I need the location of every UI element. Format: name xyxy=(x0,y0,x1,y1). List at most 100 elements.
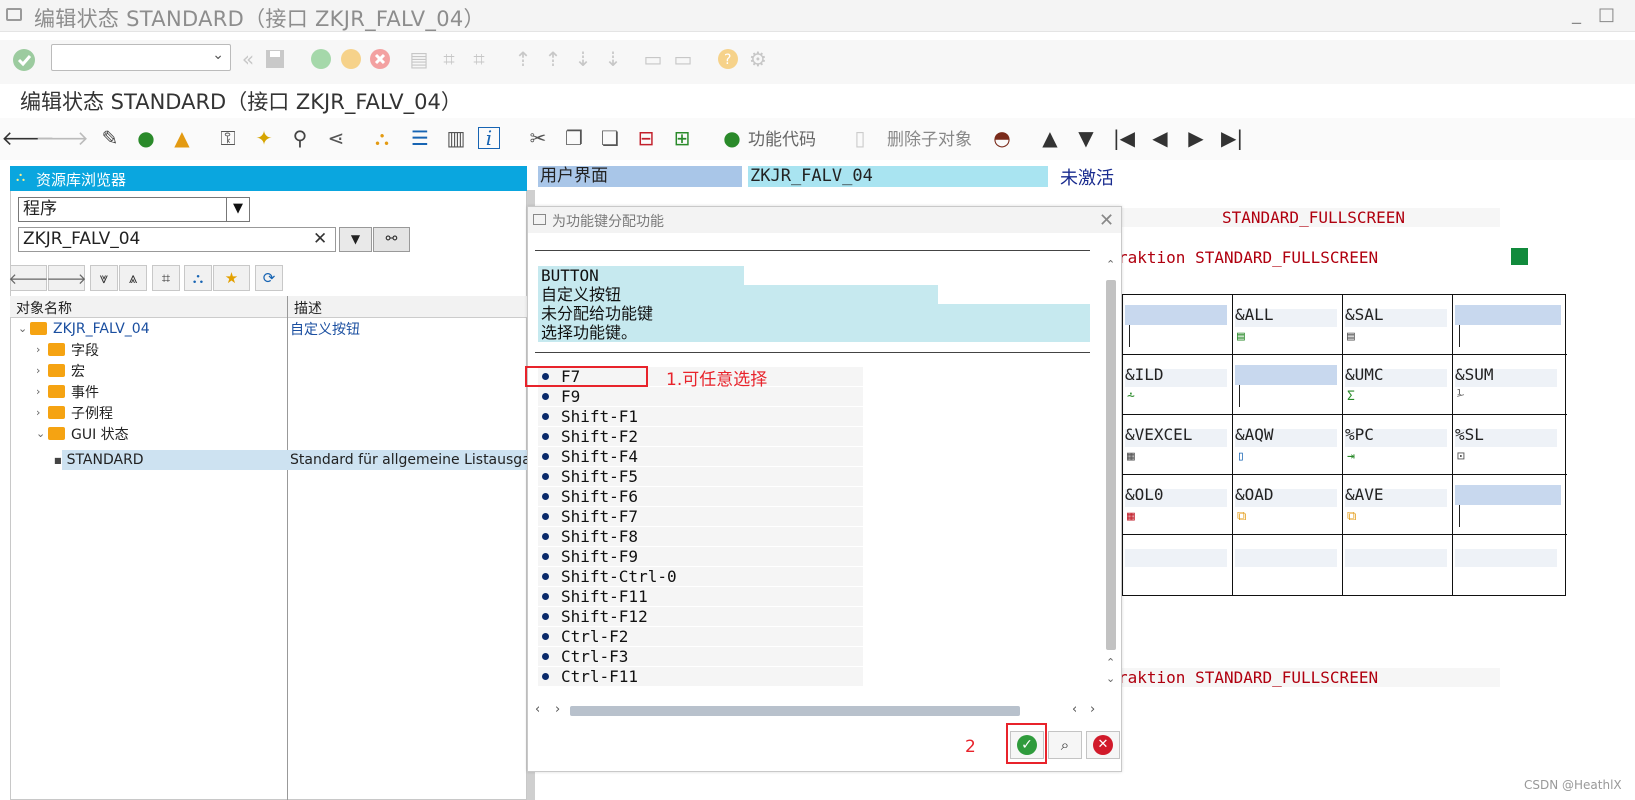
tree-icon[interactable]: ⛬ xyxy=(184,265,212,291)
move-down-icon[interactable]: ▼ xyxy=(1072,124,1100,152)
favorites-star-icon[interactable]: ★ xyxy=(213,265,250,291)
minimize-button[interactable]: _ xyxy=(1572,4,1581,25)
grid-cell[interactable] xyxy=(1453,475,1567,535)
next-page-icon[interactable]: ⇣ xyxy=(570,46,596,72)
gear-icon[interactable]: ⚙ xyxy=(745,46,771,72)
next-icon[interactable]: ▶ xyxy=(1182,124,1210,152)
find-icon[interactable]: ⌗ xyxy=(436,46,462,72)
clear-icon[interactable]: ✕ xyxy=(313,229,327,249)
function-key-option[interactable]: Shift-F7 xyxy=(538,507,863,526)
chevron-down-icon[interactable]: ▼ xyxy=(226,198,249,221)
tree-node-fields[interactable]: › 字段 xyxy=(36,339,99,360)
function-key-option[interactable]: Shift-F4 xyxy=(538,447,863,466)
layout-icon[interactable]: ▥ xyxy=(442,124,470,152)
binoculars-icon[interactable]: ⌗ xyxy=(152,265,180,291)
last-page-icon[interactable]: ⇣ xyxy=(600,46,626,72)
tree-node-gui-status[interactable]: ⌄ GUI 状态 xyxy=(36,423,129,444)
grid-cell[interactable]: &SUM ⅟ xyxy=(1453,355,1567,415)
function-key-option[interactable]: Ctrl-F3 xyxy=(538,647,863,666)
function-code-icon[interactable]: ● xyxy=(718,124,746,152)
grid-cell[interactable]: &OL0 ▦ xyxy=(1123,475,1233,535)
chevron-down-icon[interactable]: ⌄ xyxy=(18,322,30,335)
chevron-down-icon[interactable]: ⌄ xyxy=(36,427,48,440)
delete-subobject-button[interactable]: 删除子对象 xyxy=(887,125,972,150)
chevron-right-icon[interactable]: › xyxy=(36,364,48,377)
previous-icon[interactable]: ◀ xyxy=(1146,124,1174,152)
grid-cell[interactable] xyxy=(1453,535,1567,595)
save-icon[interactable] xyxy=(262,46,288,72)
function-key-option[interactable]: Shift-F1 xyxy=(538,407,863,426)
hierarchy-icon[interactable]: ⋖ xyxy=(322,124,350,152)
nav-forward-button[interactable]: 🡒 xyxy=(46,265,87,291)
grid-cell[interactable]: &ALL ▤ xyxy=(1233,295,1343,355)
insert-row-icon[interactable]: ⊞ xyxy=(668,124,696,152)
hat-icon[interactable]: ◓ xyxy=(988,124,1016,152)
close-icon[interactable]: ✕ xyxy=(1099,210,1114,231)
display-glasses-icon[interactable]: ⚯ xyxy=(373,227,410,252)
grid-cell[interactable]: %SL ⊡ xyxy=(1453,415,1567,475)
function-key-option[interactable]: Shift-F6 xyxy=(538,487,863,506)
chevron-down-icon[interactable]: ⌄ xyxy=(1106,672,1115,685)
grid-cell[interactable]: &SAL ▤ xyxy=(1343,295,1453,355)
find-next-icon[interactable]: ⌗ xyxy=(466,46,492,72)
function-key-option[interactable]: Shift-F12 xyxy=(538,607,863,626)
function-key-option[interactable]: Ctrl-F11 xyxy=(538,667,863,686)
forward-arrow-icon[interactable]: 🡒 xyxy=(35,124,89,152)
chevron-left-icon[interactable]: ‹ xyxy=(535,702,540,717)
enter-icon[interactable] xyxy=(10,46,38,74)
tree-node-macros[interactable]: › 宏 xyxy=(36,360,85,381)
grid-cell[interactable] xyxy=(1343,535,1453,595)
grid-cell[interactable] xyxy=(1233,535,1343,595)
chevron-right-icon[interactable]: › xyxy=(36,385,48,398)
first-icon[interactable]: |◀ xyxy=(1110,124,1138,152)
new-session-icon[interactable]: ▭ xyxy=(640,46,666,72)
dialog-vertical-scrollbar[interactable]: ⌃ ⌃ ⌄ xyxy=(1104,258,1118,688)
prev-page-icon[interactable]: ⇡ xyxy=(540,46,566,72)
grid-cell[interactable]: %PC ⇥ xyxy=(1343,415,1453,475)
display-button[interactable]: ⌕ xyxy=(1048,731,1082,759)
function-key-option[interactable]: Shift-F11 xyxy=(538,587,863,606)
cancel-button[interactable]: ✕ xyxy=(1086,731,1120,759)
move-up-icon[interactable]: ▲ xyxy=(1036,124,1064,152)
function-key-option[interactable]: Shift-Ctrl-0 xyxy=(538,567,863,586)
grid-cell[interactable] xyxy=(1453,295,1567,355)
chevron-up-icon[interactable]: ⌃ xyxy=(1106,258,1115,271)
paste-icon[interactable]: ❏ xyxy=(596,124,624,152)
function-key-option[interactable]: Shift-F8 xyxy=(538,527,863,546)
function-key-option[interactable]: Shift-F9 xyxy=(538,547,863,566)
grid-cell[interactable] xyxy=(1123,295,1233,355)
refresh-icon[interactable]: ⟳ xyxy=(255,265,283,291)
grid-cell[interactable]: &ILD ⩪ xyxy=(1123,355,1233,415)
test-icon[interactable]: ⚲ xyxy=(286,124,314,152)
where-used-icon[interactable]: ⚿ xyxy=(214,124,242,152)
display-change-icon[interactable]: ✎ xyxy=(96,124,124,152)
last-icon[interactable]: ▶| xyxy=(1218,124,1246,152)
delete-row-icon[interactable]: ⊟ xyxy=(632,124,660,152)
dialog-horizontal-scrollbar[interactable]: ‹ › ‹ › xyxy=(535,702,1095,720)
cut-icon[interactable]: ✂ xyxy=(524,124,552,152)
tree-node-program[interactable]: ⌄ ZKJR_FALV_04 xyxy=(18,318,150,339)
activate-icon[interactable]: ▲ xyxy=(168,124,196,152)
grid-cell[interactable]: &AQW ▯ xyxy=(1233,415,1343,475)
grid-cell[interactable]: &UMC Σ xyxy=(1343,355,1453,415)
grid-cell[interactable] xyxy=(1233,355,1343,415)
chevron-left-icon[interactable]: ‹ xyxy=(1072,702,1077,717)
shortcut-icon[interactable]: ▭ xyxy=(670,46,696,72)
function-key-option[interactable]: Shift-F2 xyxy=(538,427,863,446)
copy-icon[interactable]: ❐ xyxy=(560,124,588,152)
info-icon[interactable]: i xyxy=(478,126,500,150)
chevron-right-icon[interactable]: › xyxy=(36,406,48,419)
up-icon[interactable] xyxy=(338,46,364,72)
cancel-icon[interactable] xyxy=(367,46,393,72)
object-name-input[interactable]: ZKJR_FALV_04 xyxy=(18,227,336,252)
chevron-right-icon[interactable]: › xyxy=(1090,702,1095,717)
chevron-right-icon[interactable]: › xyxy=(36,343,48,356)
first-page-icon[interactable]: ⇡ xyxy=(510,46,536,72)
chevron-up-icon[interactable]: ⌃ xyxy=(1106,656,1115,669)
grid-cell[interactable]: &AVE ⧉ xyxy=(1343,475,1453,535)
scroll-thumb[interactable] xyxy=(570,706,1020,716)
check-icon[interactable]: ● xyxy=(132,124,160,152)
object-type-select[interactable]: 程序 xyxy=(18,197,250,222)
chevron-right-icon[interactable]: › xyxy=(555,702,560,717)
grid-cell[interactable] xyxy=(1123,535,1233,595)
